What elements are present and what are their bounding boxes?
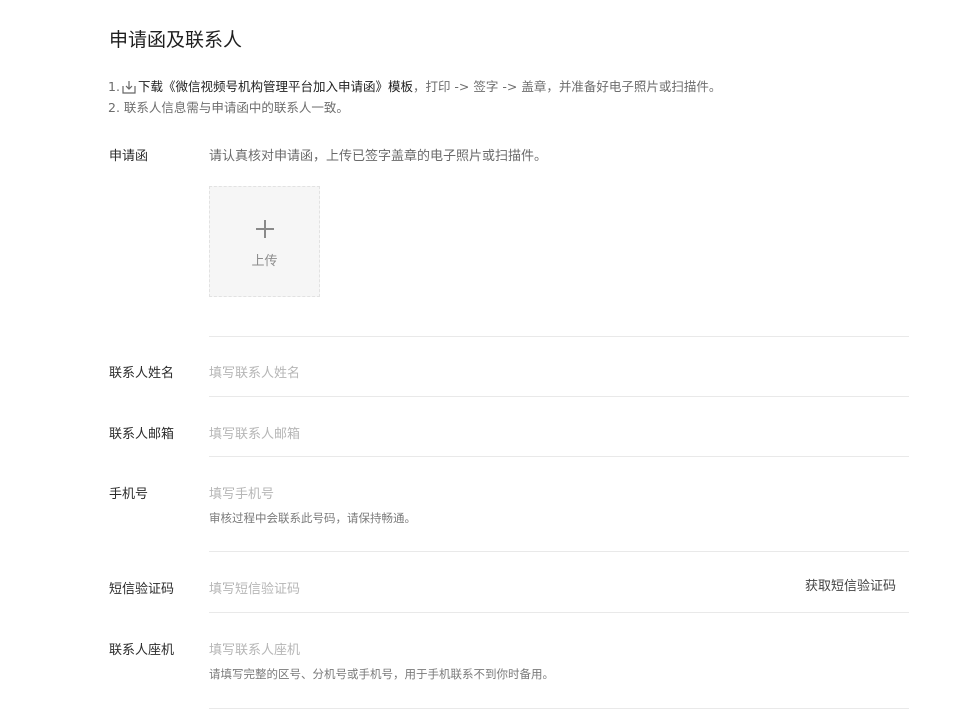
- instruction-2: 2. 联系人信息需与申请函中的联系人一致。: [108, 97, 721, 118]
- divider: [209, 551, 909, 552]
- letter-label: 申请函: [109, 145, 148, 164]
- upload-button[interactable]: 上传: [209, 186, 320, 297]
- contact-email-label: 联系人邮箱: [109, 423, 174, 442]
- landline-label: 联系人座机: [109, 639, 174, 658]
- contact-name-label: 联系人姓名: [109, 362, 174, 381]
- download-template-link[interactable]: 下载《微信视频号机构管理平台加入申请函》模板: [138, 76, 413, 97]
- divider: [209, 612, 909, 613]
- landline-hint: 请填写完整的区号、分机号或手机号，用于手机联系不到你时备用。: [209, 666, 554, 682]
- contact-name-input[interactable]: 填写联系人姓名: [209, 362, 769, 381]
- divider: [209, 396, 909, 397]
- plus-icon: [256, 220, 274, 238]
- phone-input[interactable]: 填写手机号: [209, 483, 769, 502]
- instruction-1: 1. 下载《微信视频号机构管理平台加入申请函》模板 ，打印 -> 签字 -> 盖…: [108, 76, 721, 97]
- divider: [209, 708, 909, 709]
- download-icon[interactable]: [121, 79, 137, 95]
- sms-code-label: 短信验证码: [109, 578, 174, 597]
- divider: [209, 336, 909, 337]
- letter-description: 请认真核对申请函，上传已签字盖章的电子照片或扫描件。: [209, 145, 547, 164]
- phone-hint: 审核过程中会联系此号码，请保持畅通。: [209, 510, 416, 526]
- get-sms-code-button[interactable]: 获取短信验证码: [805, 575, 896, 594]
- upload-label: 上传: [210, 250, 319, 269]
- sms-code-input[interactable]: 填写短信验证码: [209, 578, 709, 597]
- landline-input[interactable]: 填写联系人座机: [209, 639, 769, 658]
- phone-label: 手机号: [109, 483, 148, 502]
- instruction-1-number: 1.: [108, 76, 120, 97]
- contact-email-input[interactable]: 填写联系人邮箱: [209, 423, 769, 442]
- instructions: 1. 下载《微信视频号机构管理平台加入申请函》模板 ，打印 -> 签字 -> 盖…: [108, 76, 721, 118]
- instruction-1-text: ，打印 -> 签字 -> 盖章，并准备好电子照片或扫描件。: [413, 76, 721, 97]
- section-title: 申请函及联系人: [109, 25, 242, 52]
- divider: [209, 456, 909, 457]
